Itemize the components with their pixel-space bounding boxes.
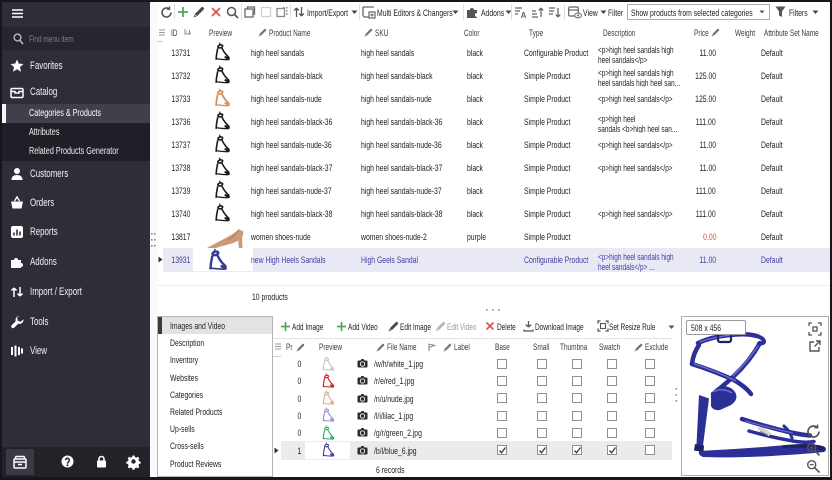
- svg-text:A: A: [521, 11, 527, 20]
